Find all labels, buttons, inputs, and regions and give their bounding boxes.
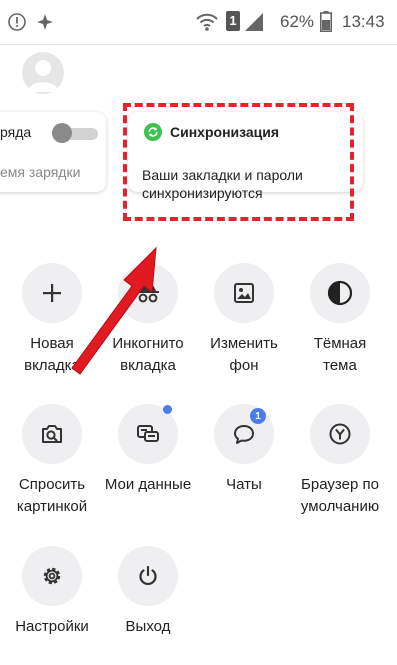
new-tab-button[interactable]: Новая вкладка bbox=[2, 263, 102, 377]
contrast-icon bbox=[327, 280, 353, 306]
profile-avatar[interactable] bbox=[22, 52, 64, 94]
default-browser-circle bbox=[310, 404, 370, 464]
sync-card-text: Ваши закладки и пароли синхронизируются bbox=[142, 167, 303, 201]
my-data-circle bbox=[118, 404, 178, 464]
change-background-circle bbox=[214, 263, 274, 323]
image-icon bbox=[234, 283, 254, 303]
signal-icon bbox=[245, 13, 263, 31]
my-data-label: Мои данные bbox=[104, 476, 192, 493]
my-data-notification-dot bbox=[163, 405, 172, 414]
exit-circle bbox=[118, 546, 178, 606]
incognito-tab-label: Инкогнито вкладка bbox=[112, 335, 184, 374]
yandex-browser-icon bbox=[329, 423, 351, 445]
settings-label: Настройки bbox=[15, 618, 89, 635]
dark-theme-circle bbox=[310, 263, 370, 323]
chats-unread-badge: 1 bbox=[250, 408, 266, 424]
settings-circle bbox=[22, 546, 82, 606]
battery-icon bbox=[320, 11, 332, 32]
chats-label: Чаты bbox=[226, 476, 262, 493]
incognito-tab-circle bbox=[118, 263, 178, 323]
search-by-image-label: Спросить картинкой bbox=[16, 476, 88, 515]
charging-card[interactable]: ряда емя зарядки bbox=[0, 112, 106, 192]
charging-card-subtitle: емя зарядки bbox=[0, 164, 81, 180]
new-tab-circle bbox=[22, 263, 82, 323]
gear-icon bbox=[43, 567, 61, 585]
sim-indicator: 1 bbox=[226, 11, 240, 31]
wifi-icon bbox=[196, 13, 218, 31]
battery-percent: 62% bbox=[280, 12, 315, 31]
camera-search-icon bbox=[42, 425, 62, 443]
settings-button[interactable]: Настройки bbox=[2, 546, 102, 638]
new-tab-label: Новая вкладка bbox=[24, 335, 80, 374]
change-background-button[interactable]: Изменить фон bbox=[194, 263, 294, 377]
my-data-button[interactable]: Мои данные bbox=[98, 404, 198, 496]
incognito-icon bbox=[137, 285, 159, 303]
sim-number: 1 bbox=[229, 13, 237, 28]
default-browser-label: Браузер по умолчанию bbox=[300, 476, 380, 515]
sync-icon bbox=[144, 123, 162, 141]
charging-card-title: ряда bbox=[0, 124, 32, 140]
sync-card-title: Синхронизация bbox=[170, 124, 280, 140]
clock: 13:43 bbox=[342, 12, 385, 31]
user-icon bbox=[27, 60, 59, 92]
dark-theme-button[interactable]: Тёмная тема bbox=[290, 263, 390, 377]
status-bar: 1 62% 13:43 bbox=[0, 0, 397, 45]
charging-toggle-knob[interactable] bbox=[52, 123, 72, 143]
exit-label: Выход bbox=[125, 618, 171, 635]
alert-icon bbox=[8, 13, 26, 31]
chats-button[interactable]: 1 Чаты bbox=[194, 404, 294, 496]
search-by-image-button[interactable]: Спросить картинкой bbox=[2, 404, 102, 518]
default-browser-button[interactable]: Браузер по умолчанию bbox=[290, 404, 390, 518]
power-icon bbox=[139, 565, 157, 586]
exit-button[interactable]: Выход bbox=[98, 546, 198, 638]
chats-circle: 1 bbox=[214, 404, 274, 464]
change-background-label: Изменить фон bbox=[210, 335, 278, 374]
sync-card[interactable]: Синхронизация Ваши закладки и пароли син… bbox=[128, 112, 363, 201]
search-by-image-circle bbox=[22, 404, 82, 464]
dark-theme-label: Тёмная тема bbox=[313, 335, 367, 374]
plus-icon bbox=[43, 284, 61, 302]
incognito-tab-button[interactable]: Инкогнито вкладка bbox=[98, 263, 198, 377]
sparkle-icon bbox=[37, 14, 53, 30]
id-card-icon bbox=[137, 425, 159, 442]
chat-bubble-icon bbox=[234, 425, 254, 444]
